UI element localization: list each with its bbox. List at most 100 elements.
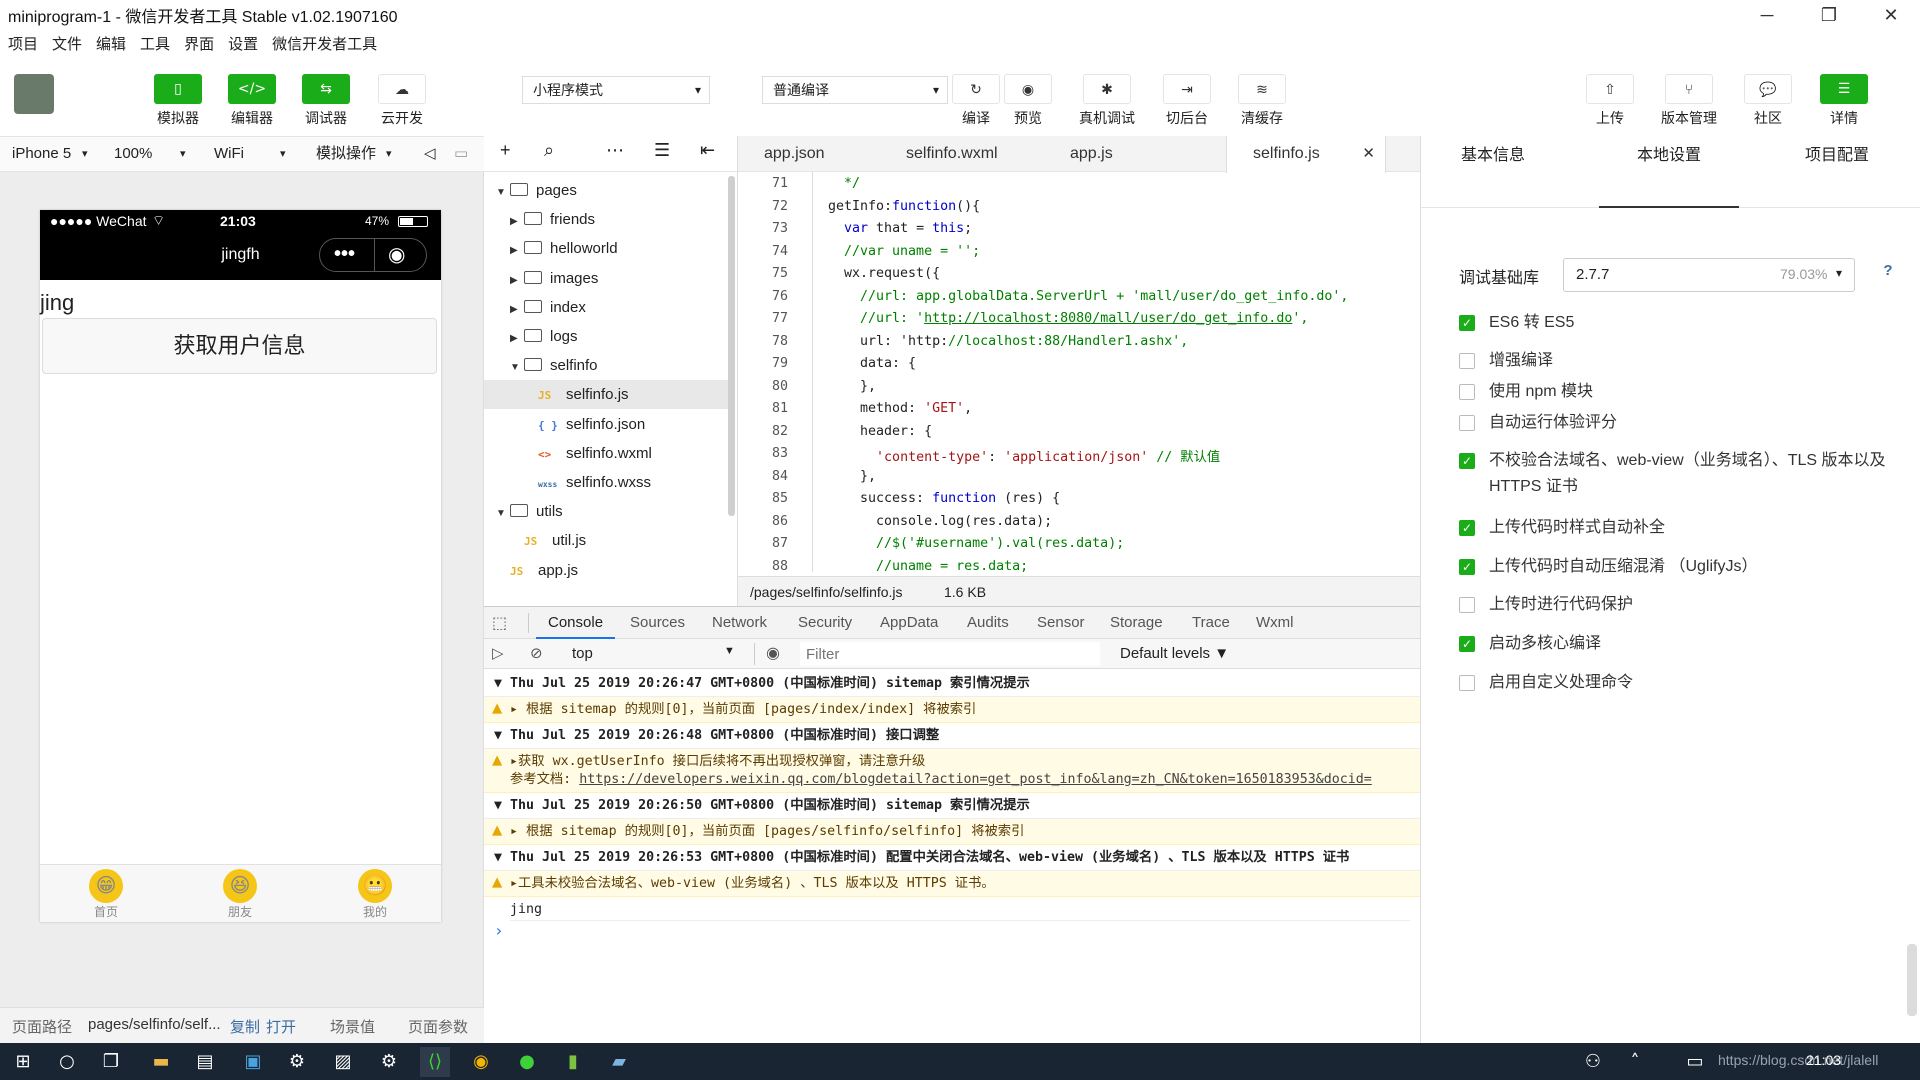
code-line[interactable]: wx.request({ [828, 266, 940, 281]
devtools-tab-security[interactable]: Security [798, 607, 852, 639]
upload-button[interactable]: ⇧ 上传 [1578, 74, 1642, 128]
code-line[interactable]: }, [828, 379, 876, 394]
chrome-icon[interactable]: ◉ [466, 1047, 496, 1077]
console-warning[interactable]: ▲ ▸ 根据 sitemap 的规则[0]，当前页面 [pages/selfinf… [484, 819, 1420, 845]
context-select[interactable]: top [572, 645, 593, 662]
folder-item[interactable]: ▼ utils [484, 497, 729, 526]
console-warning[interactable]: ▲ ▸获取 wx.getUserInfo 接口后续将不再出现授权弹窗，请注意升级参… [484, 749, 1420, 793]
sidebar-toggle-icon[interactable]: ⇤ [700, 140, 715, 161]
devtools-tab-console[interactable]: Console [536, 607, 616, 639]
open-link[interactable]: 打开 [266, 1016, 296, 1037]
devtools-tab-storage[interactable]: Storage [1110, 607, 1163, 639]
clear-console-icon[interactable]: ⊘ [530, 644, 543, 662]
setting-option[interactable]: ✓ 上传代码时样式自动补全 [1459, 515, 1899, 541]
checkbox[interactable] [1459, 675, 1475, 691]
page-params-label[interactable]: 页面参数 [408, 1016, 468, 1037]
gear-icon[interactable]: ⚙ [374, 1047, 404, 1077]
add-icon[interactable]: + [500, 140, 511, 161]
simulate-ops-select[interactable]: 模拟操作 [316, 137, 376, 171]
chevron-right-icon[interactable]: ▶ [510, 324, 524, 353]
more-icon[interactable]: ⋯ [606, 140, 624, 161]
folder-item[interactable]: ▶ images [484, 264, 729, 293]
checkbox-checked[interactable]: ✓ [1459, 520, 1475, 536]
sidebar-toggle-icon[interactable]: ▷ [492, 644, 504, 662]
tab-app-js[interactable]: app.js [1044, 136, 1139, 172]
devtools-tab-sources[interactable]: Sources [630, 607, 685, 639]
menu-settings[interactable]: 设置 [228, 33, 258, 54]
console-prompt[interactable]: › [494, 921, 504, 940]
maximize-button[interactable]: ❐ [1800, 0, 1858, 30]
checkbox-checked[interactable]: ✓ [1459, 315, 1475, 331]
inspect-icon[interactable]: ⬚ [492, 613, 507, 633]
taskbar-clock[interactable]: 21:03 [1806, 1052, 1841, 1068]
avatar[interactable] [14, 74, 54, 114]
tab-selfinfo-js[interactable]: selfinfo.js ✕ [1226, 136, 1386, 173]
filter-input[interactable] [800, 642, 1100, 666]
devtools-tab-appdata[interactable]: AppData [880, 607, 938, 639]
background-button[interactable]: ⇥ 切后台 [1155, 74, 1219, 128]
debugger-button[interactable]: ⇆ 调试器 [294, 74, 358, 128]
chevron-right-icon[interactable]: ▶ [510, 207, 524, 236]
file-item[interactable]: JS util.js [484, 526, 729, 555]
code-line[interactable]: //url: 'http://localhost:8080/mall/user/… [828, 311, 1308, 326]
editor-button[interactable]: </> 编辑器 [220, 74, 284, 128]
minimize-button[interactable]: ─ [1738, 0, 1796, 30]
checkbox[interactable] [1459, 384, 1475, 400]
setting-option[interactable]: ✓ ES6 转 ES5 [1459, 310, 1899, 336]
menu-view[interactable]: 界面 [184, 33, 214, 54]
checkbox[interactable] [1459, 415, 1475, 431]
mode-select[interactable]: 小程序模式 [522, 76, 710, 104]
checkbox[interactable] [1459, 353, 1475, 369]
cloud-dev-button[interactable]: ☁ 云开发 [370, 74, 434, 128]
search-icon[interactable]: ⌕ [544, 140, 554, 161]
close-tab-icon[interactable]: ✕ [1362, 136, 1375, 172]
code-line[interactable]: }, [828, 469, 876, 484]
network-select[interactable]: WiFi [214, 137, 244, 171]
details-button[interactable]: ☰ 详情 [1812, 74, 1876, 128]
folder-item[interactable]: ▶ index [484, 293, 729, 322]
tab-home[interactable]: 😁 首页 [66, 869, 146, 920]
checkbox[interactable] [1459, 597, 1475, 613]
file-item[interactable]: JS selfinfo.js [484, 380, 729, 410]
code-line[interactable]: */ [828, 176, 860, 191]
capsule-button[interactable]: ••• ◉ [319, 238, 427, 272]
notepad-icon[interactable]: ▮ [558, 1047, 588, 1077]
menu-file[interactable]: 文件 [52, 33, 82, 54]
devtools-tab-trace[interactable]: Trace [1192, 607, 1230, 639]
tab-mine[interactable]: 😬 我的 [335, 869, 415, 920]
terminal-icon[interactable]: ▤ [190, 1047, 220, 1077]
setting-option[interactable]: 增强编译 [1459, 348, 1899, 374]
devtools-tab-wxml[interactable]: Wxml [1256, 607, 1294, 639]
simulator-button[interactable]: ▯ 模拟器 [146, 74, 210, 128]
folder-item[interactable]: ▼ pages [484, 176, 729, 205]
code-line[interactable]: url: 'http://localhost:88/Handler1.ashx'… [828, 334, 1188, 349]
speaker-icon[interactable]: ◁ [424, 137, 436, 171]
people-icon[interactable]: ⚇ [1578, 1047, 1608, 1077]
menu-project[interactable]: 项目 [8, 33, 38, 54]
file-explorer-icon[interactable]: ▬ [146, 1047, 176, 1077]
close-miniprogram-icon[interactable]: ◉ [388, 242, 405, 267]
code-line[interactable]: //uname = res.data; [828, 559, 1028, 573]
menu-tools[interactable]: 工具 [140, 33, 170, 54]
battery-icon[interactable]: ▭ [1680, 1047, 1710, 1077]
console-group-header[interactable]: ▼ Thu Jul 25 2019 20:26:48 GMT+0800 (中国标… [484, 723, 1420, 749]
file-item[interactable]: { } selfinfo.json [484, 410, 729, 439]
file-item[interactable]: JS app.js [484, 556, 729, 585]
setting-option[interactable]: 上传时进行代码保护 [1459, 592, 1899, 618]
devtools-tab-audits[interactable]: Audits [967, 607, 1009, 639]
folder-item[interactable]: ▶ friends [484, 205, 729, 234]
console-warning[interactable]: ▲ ▸ 根据 sitemap 的规则[0]，当前页面 [pages/index/i… [484, 697, 1420, 723]
console-warning[interactable]: ▲ ▸工具未校验合法域名、web-view (业务域名) 、TLS 版本以及 HT… [484, 871, 1420, 897]
checkbox-checked[interactable]: ✓ [1459, 559, 1475, 575]
scrollbar[interactable] [728, 176, 735, 516]
setting-option[interactable]: ✓ 不校验合法域名、web-view（业务域名）、TLS 版本以及 HTTPS 证… [1459, 448, 1899, 500]
chevron-down-icon[interactable]: ▼ [496, 178, 510, 207]
setting-option[interactable]: 自动运行体验评分 [1459, 410, 1899, 436]
chevron-down-icon[interactable]: ▼ [496, 499, 510, 528]
code-line[interactable]: var that = this; [828, 221, 972, 236]
community-button[interactable]: 💬 社区 [1736, 74, 1800, 128]
copy-link[interactable]: 复制 [230, 1016, 260, 1037]
devtools-tab-sensor[interactable]: Sensor [1037, 607, 1085, 639]
setting-option[interactable]: 使用 npm 模块 [1459, 379, 1899, 405]
app-icon[interactable]: ▣ [238, 1047, 268, 1077]
